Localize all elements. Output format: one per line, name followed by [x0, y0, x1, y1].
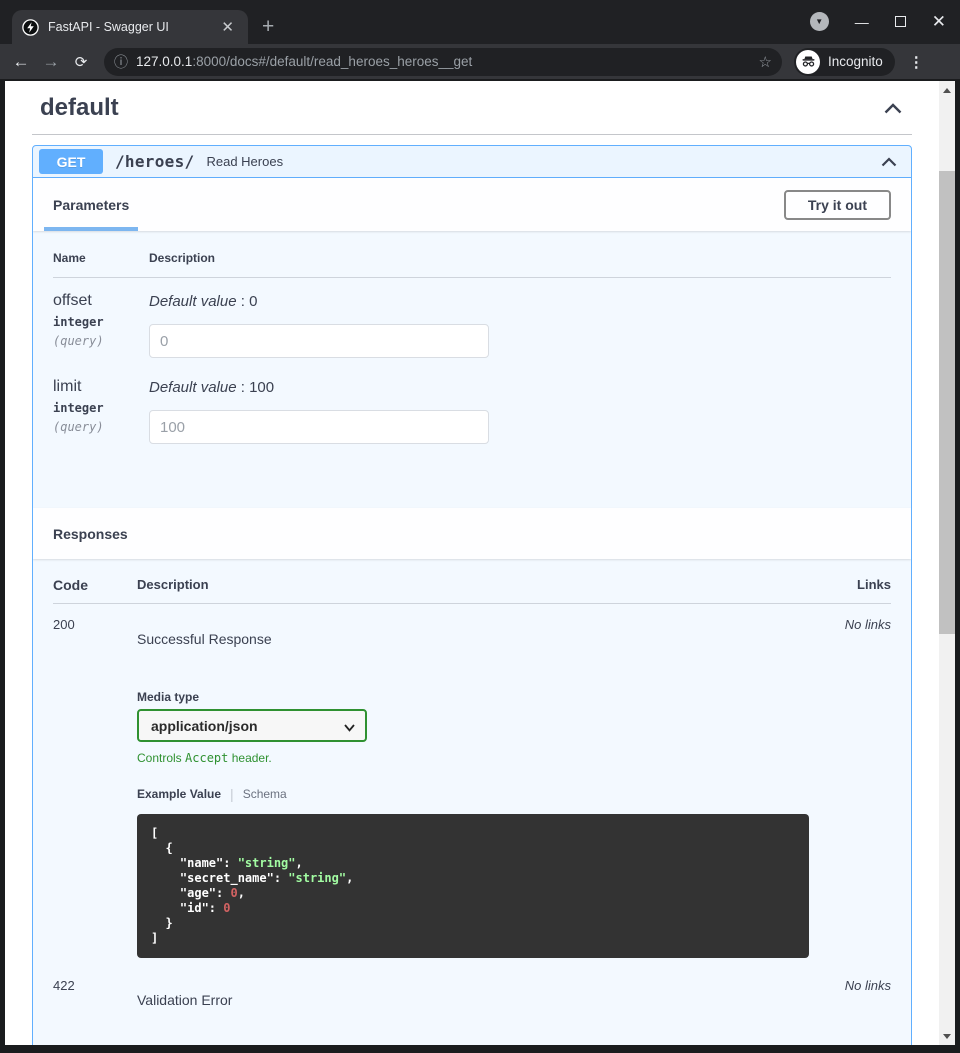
param-type: integer	[53, 315, 149, 329]
response-links: No links	[821, 965, 891, 1008]
divider	[32, 134, 912, 135]
param-default: Default value : 0	[149, 293, 891, 310]
column-description: Description	[137, 577, 821, 593]
method-badge: GET	[39, 149, 103, 174]
menu-icon[interactable]: ⋮	[909, 53, 924, 71]
response-description: Validation Error	[137, 992, 821, 1008]
response-description: Successful Response	[137, 631, 821, 647]
column-description: Description	[149, 251, 215, 265]
column-links: Links	[821, 577, 891, 593]
tab-parameters: Parameters	[53, 178, 129, 231]
column-code: Code	[53, 577, 137, 593]
tab-example-value[interactable]: Example Value	[137, 787, 221, 801]
try-it-out-button[interactable]: Try it out	[784, 190, 891, 220]
collapse-chevron-icon[interactable]	[881, 157, 897, 167]
tab-search-icon[interactable]: ▼	[810, 12, 829, 31]
parameter-row-offset: offset integer (query) Default value : 0	[53, 278, 891, 364]
scrollbar-up-icon[interactable]	[939, 83, 955, 97]
responses-title: Responses	[53, 526, 128, 542]
back-icon[interactable]: ←	[8, 52, 34, 72]
tab-title: FastAPI - Swagger UI	[48, 20, 208, 34]
media-type-select[interactable]: application/json	[137, 709, 367, 742]
tab-divider: |	[230, 786, 234, 802]
tab-schema[interactable]: Schema	[243, 787, 287, 801]
maximize-icon[interactable]	[895, 16, 906, 27]
responses-body: Code Description Links 200 Successful Re…	[33, 559, 911, 1045]
param-name: limit	[53, 378, 149, 396]
page-content: default GET /heroes/ Read Heroes Paramet…	[5, 81, 955, 1045]
fastapi-favicon-icon	[22, 19, 39, 36]
endpoint-summary[interactable]: GET /heroes/ Read Heroes	[33, 146, 911, 178]
browser-tab[interactable]: FastAPI - Swagger UI ✕	[12, 10, 248, 44]
param-input-offset[interactable]	[149, 324, 489, 358]
browser-toolbar: ← → ⟳ ⓘ 127.0.0.1:8000/docs#/default/rea…	[0, 44, 960, 80]
incognito-label: Incognito	[828, 54, 883, 69]
param-location: (query)	[53, 334, 149, 348]
param-input-limit[interactable]	[149, 410, 489, 444]
url-text: 127.0.0.1:8000/docs#/default/read_heroes…	[136, 54, 751, 69]
address-bar[interactable]: ⓘ 127.0.0.1:8000/docs#/default/read_hero…	[104, 48, 782, 76]
scrollbar-thumb[interactable]	[939, 171, 955, 634]
response-row-200: 200 Successful Response Media type appli…	[53, 604, 891, 958]
collapse-chevron-icon[interactable]	[884, 103, 902, 114]
tag-title: default	[40, 94, 119, 122]
column-name: Name	[53, 251, 149, 265]
tag-section-header[interactable]: default	[32, 81, 912, 134]
parameter-row-limit: limit integer (query) Default value : 10…	[53, 364, 891, 450]
incognito-badge: Incognito	[794, 48, 895, 76]
param-location: (query)	[53, 420, 149, 434]
parameters-table-header: Name Description	[53, 251, 891, 278]
example-json-code: [ { "name": "string", "secret_name": "st…	[137, 814, 809, 958]
response-links: No links	[821, 604, 891, 958]
reload-icon[interactable]: ⟳	[68, 53, 94, 71]
media-type-label: Media type	[137, 690, 821, 704]
responses-table-header: Code Description Links	[53, 577, 891, 604]
endpoint-summary-text: Read Heroes	[206, 154, 283, 169]
param-default: Default value : 100	[149, 379, 891, 396]
parameters-body: Name Description offset integer (query) …	[33, 231, 911, 508]
incognito-icon	[796, 50, 820, 74]
site-info-icon[interactable]: ⓘ	[114, 52, 128, 72]
tab-close-icon[interactable]: ✕	[217, 19, 238, 36]
responses-header: Responses	[33, 508, 911, 559]
scrollbar-down-icon[interactable]	[939, 1029, 955, 1043]
opblock-get-heroes: GET /heroes/ Read Heroes Parameters Try …	[32, 145, 912, 1045]
response-code: 422	[53, 965, 137, 1008]
tab-strip: FastAPI - Swagger UI ✕ + ▼ — ✕	[0, 0, 960, 44]
response-row-422: 422 Validation Error No links	[53, 965, 891, 1008]
param-name: offset	[53, 292, 149, 310]
page-scrollbar[interactable]	[939, 81, 955, 1045]
bookmark-star-icon[interactable]: ☆	[759, 53, 772, 71]
forward-icon[interactable]: →	[38, 52, 64, 72]
parameters-header: Parameters Try it out	[33, 178, 911, 231]
minimize-icon[interactable]: —	[855, 15, 869, 29]
endpoint-path: /heroes/	[115, 152, 194, 171]
close-icon[interactable]: ✕	[932, 15, 946, 29]
new-tab-button[interactable]: +	[262, 17, 274, 37]
accept-header-note: Controls Accept header.	[137, 751, 821, 765]
response-code: 200	[53, 604, 137, 958]
param-type: integer	[53, 401, 149, 415]
